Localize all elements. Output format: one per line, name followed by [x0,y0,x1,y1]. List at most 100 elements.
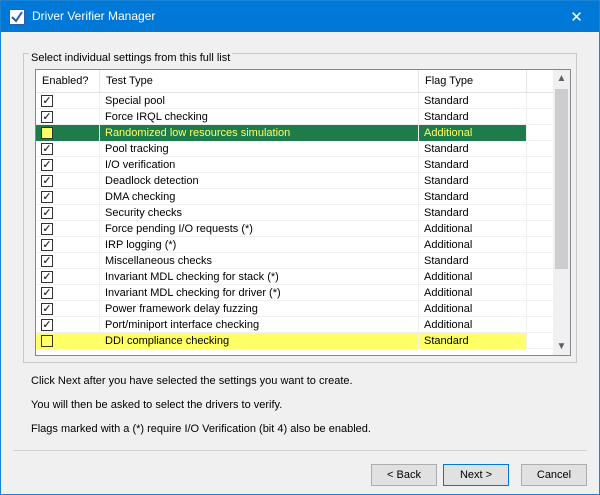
window-title: Driver Verifier Manager [32,9,156,23]
table-row[interactable]: Randomized low resources simulation Addit… [36,125,555,141]
table-row[interactable]: ✓ Invariant MDL checking for driver (*) Ad… [36,285,555,301]
flag-type-cell: Standard [419,333,527,349]
checked-checkbox[interactable]: ✓ [41,319,53,331]
test-type-cell: Invariant MDL checking for stack (*) [100,269,419,285]
flag-type-cell: Additional [419,269,527,285]
table-row[interactable]: ✓ Pool tracking Standard [36,141,555,157]
checked-checkbox[interactable]: ✓ [41,95,53,107]
table-row[interactable]: ✓ Deadlock detection Standard [36,173,555,189]
column-header-flag-type[interactable]: Flag Type [419,70,527,93]
checked-checkbox[interactable]: ✓ [41,159,53,171]
test-type-cell: Power framework delay fuzzing [100,301,419,317]
flag-type-cell: Additional [419,221,527,237]
enabled-cell: ✓ [36,141,100,157]
enabled-cell: ✓ [36,285,100,301]
flag-type-cell: Additional [419,317,527,333]
enabled-cell: ✓ [36,173,100,189]
title-bar: Driver Verifier Manager ✕ [1,1,599,32]
info-drivers: You will then be asked to select the dri… [31,399,283,411]
checked-checkbox[interactable]: ✓ [41,271,53,283]
enabled-cell: ✓ [36,253,100,269]
test-type-cell: Security checks [100,205,419,221]
checked-checkbox[interactable]: ✓ [41,223,53,235]
test-type-cell: Deadlock detection [100,173,419,189]
enabled-cell: ✓ [36,237,100,253]
flag-type-cell: Standard [419,205,527,221]
enabled-cell: ✓ [36,189,100,205]
test-type-cell: Randomized low resources simulation [100,125,419,141]
enabled-cell: ✓ [36,269,100,285]
flag-type-cell: Standard [419,173,527,189]
column-header-enabled[interactable]: Enabled? [36,70,100,93]
back-button[interactable]: < Back [371,464,437,486]
unchecked-checkbox[interactable] [41,127,53,139]
test-type-cell: IRP logging (*) [100,237,419,253]
table-row[interactable]: ✓ Force pending I/O requests (*) Additiona… [36,221,555,237]
divider [13,450,587,451]
flag-type-cell: Standard [419,157,527,173]
list-header: Enabled? Test Type Flag Type [36,70,555,93]
close-button[interactable]: ✕ [554,1,599,32]
vertical-scrollbar[interactable]: ▲ ▼ [553,70,570,355]
flag-type-cell: Standard [419,253,527,269]
flag-type-cell: Standard [419,109,527,125]
cancel-button[interactable]: Cancel [521,464,587,486]
list-rows: ✓ Special pool Standard ✓ Force IRQL checkin… [36,93,555,349]
flag-type-cell: Additional [419,125,527,141]
table-row[interactable]: DDI compliance checking Standard [36,333,555,349]
scroll-thumb[interactable] [555,89,568,269]
dialog-window: Driver Verifier Manager ✕ Select individ… [0,0,600,495]
scroll-up-arrow-icon[interactable]: ▲ [553,70,570,87]
group-label: Select individual settings from this ful… [29,52,233,64]
info-next: Click Next after you have selected the s… [31,375,353,387]
column-header-test-type[interactable]: Test Type [100,70,419,93]
checked-checkbox[interactable]: ✓ [41,191,53,203]
scroll-down-arrow-icon[interactable]: ▼ [553,338,570,355]
test-type-cell: I/O verification [100,157,419,173]
table-row[interactable]: ✓ Miscellaneous checks Standard [36,253,555,269]
test-type-cell: DMA checking [100,189,419,205]
test-type-cell: Port/miniport interface checking [100,317,419,333]
enabled-cell: ✓ [36,317,100,333]
flag-type-cell: Standard [419,141,527,157]
info-flags-note: Flags marked with a (*) require I/O Veri… [31,423,371,435]
table-row[interactable]: ✓ Security checks Standard [36,205,555,221]
checked-checkbox[interactable]: ✓ [41,239,53,251]
enabled-cell: ✓ [36,221,100,237]
checked-checkbox[interactable]: ✓ [41,287,53,299]
flag-type-cell: Additional [419,285,527,301]
enabled-cell [36,125,100,141]
checked-checkbox[interactable]: ✓ [41,175,53,187]
settings-list[interactable]: Enabled? Test Type Flag Type ✓ Special po… [35,69,571,356]
enabled-cell: ✓ [36,301,100,317]
table-row[interactable]: ✓ Special pool Standard [36,93,555,109]
table-row[interactable]: ✓ IRP logging (*) Additional [36,237,555,253]
test-type-cell: Invariant MDL checking for driver (*) [100,285,419,301]
flag-type-cell: Additional [419,237,527,253]
test-type-cell: Special pool [100,93,419,109]
table-row[interactable]: ✓ Power framework delay fuzzing Additional [36,301,555,317]
checked-checkbox[interactable]: ✓ [41,111,53,123]
enabled-cell: ✓ [36,93,100,109]
flag-type-cell: Standard [419,189,527,205]
checked-checkbox[interactable]: ✓ [41,303,53,315]
enabled-cell: ✓ [36,109,100,125]
table-row[interactable]: ✓ Port/miniport interface checking Additio… [36,317,555,333]
test-type-cell: Force pending I/O requests (*) [100,221,419,237]
checked-checkbox[interactable]: ✓ [41,207,53,219]
enabled-cell: ✓ [36,157,100,173]
test-type-cell: Force IRQL checking [100,109,419,125]
checked-checkbox[interactable]: ✓ [41,255,53,267]
flag-type-cell: Additional [419,301,527,317]
table-row[interactable]: ✓ Invariant MDL checking for stack (*) Add… [36,269,555,285]
table-row[interactable]: ✓ DMA checking Standard [36,189,555,205]
test-type-cell: Pool tracking [100,141,419,157]
verifier-app-icon [9,9,25,25]
checked-checkbox[interactable]: ✓ [41,143,53,155]
next-button[interactable]: Next > [443,464,509,486]
flag-type-cell: Standard [419,93,527,109]
enabled-cell: ✓ [36,205,100,221]
table-row[interactable]: ✓ I/O verification Standard [36,157,555,173]
table-row[interactable]: ✓ Force IRQL checking Standard [36,109,555,125]
unchecked-checkbox[interactable] [41,335,53,347]
